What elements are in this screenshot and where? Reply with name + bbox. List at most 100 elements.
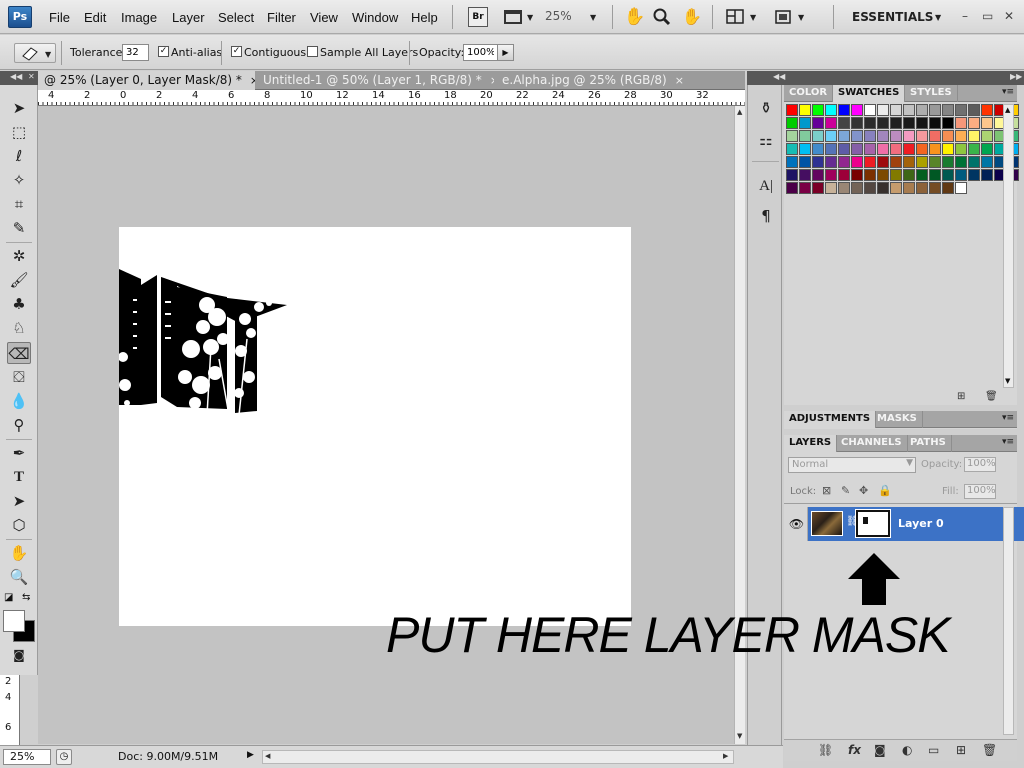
bridge-button[interactable]: Br [468, 7, 488, 27]
color-swatch[interactable] [916, 156, 928, 168]
healing-brush-tool-icon[interactable]: ✲ [7, 245, 31, 267]
lock-pixels-icon[interactable]: ✎ [841, 484, 850, 497]
swap-colors-icon[interactable]: ⇆ [22, 592, 30, 603]
color-swatch[interactable] [916, 182, 928, 194]
zoom-tool-icon[interactable]: 🔍 [7, 566, 31, 588]
color-swatch[interactable] [929, 130, 941, 142]
color-swatch[interactable] [890, 169, 902, 181]
lock-transparency-icon[interactable]: ⊠ [822, 484, 831, 497]
tab-masks[interactable]: MASKS [872, 411, 923, 428]
color-swatch[interactable] [929, 117, 941, 129]
color-swatch[interactable] [851, 169, 863, 181]
trash-icon[interactable]: 🗑 [982, 743, 997, 757]
collapse-icon[interactable]: ◀◀ [773, 72, 785, 81]
color-swatch[interactable] [929, 104, 941, 116]
color-swatch[interactable] [877, 143, 889, 155]
color-swatch[interactable] [916, 104, 928, 116]
new-swatch-icon[interactable]: ⊞ [957, 391, 965, 402]
menu-view[interactable]: View [310, 10, 338, 25]
color-swatch[interactable] [903, 182, 915, 194]
color-swatch[interactable] [851, 156, 863, 168]
new-layer-icon[interactable]: ⊞ [956, 743, 966, 757]
color-swatch[interactable] [890, 182, 902, 194]
layer-mask-thumbnail[interactable] [855, 509, 891, 538]
color-swatch[interactable] [838, 182, 850, 194]
color-swatch[interactable] [903, 117, 915, 129]
menu-filter[interactable]: Filter [267, 10, 296, 25]
adjustment-layer-icon[interactable]: ◐ [902, 743, 912, 757]
color-swatch[interactable] [955, 104, 967, 116]
menu-file[interactable]: File [49, 10, 70, 25]
lock-all-icon[interactable]: 🔒 [878, 484, 892, 497]
menu-edit[interactable]: Edit [84, 10, 106, 25]
color-swatch[interactable] [812, 117, 824, 129]
color-swatch[interactable] [877, 104, 889, 116]
tab-untitled-1[interactable]: Untitled-1 @ 50% (Layer 1, RGB/8) * × [257, 71, 494, 90]
crop-tool-icon[interactable]: ⌗ [7, 193, 31, 215]
color-swatch[interactable] [929, 169, 941, 181]
color-swatch[interactable] [786, 156, 798, 168]
tab-color[interactable]: COLOR [784, 85, 834, 102]
color-swatch[interactable] [968, 169, 980, 181]
timer-icon[interactable]: ◷ [56, 749, 72, 765]
color-swatch[interactable] [864, 182, 876, 194]
color-swatch[interactable] [890, 104, 902, 116]
color-swatch[interactable] [786, 169, 798, 181]
tab-document-active[interactable]: @ 25% (Layer 0, Layer Mask/8) * × [38, 71, 255, 90]
blend-mode-select[interactable]: Normal ▼ [788, 457, 916, 473]
tools-panel-header[interactable]: ◀◀ ✕ [0, 71, 38, 85]
foreground-color-swatch[interactable] [3, 610, 25, 632]
menu-layer[interactable]: Layer [172, 10, 205, 25]
color-swatch[interactable] [825, 104, 837, 116]
color-swatch[interactable] [825, 130, 837, 142]
layer-opacity-value[interactable]: 100% [964, 457, 996, 472]
zoom-icon[interactable] [652, 7, 672, 27]
color-swatch[interactable] [981, 143, 993, 155]
color-swatch[interactable] [968, 156, 980, 168]
history-brush-tool-icon[interactable]: ♘ [7, 317, 31, 339]
color-swatch[interactable] [981, 117, 993, 129]
scroll-up-icon[interactable]: ▲ [737, 108, 742, 116]
magic-wand-tool-icon[interactable]: ✧ [7, 169, 31, 191]
color-swatch[interactable] [890, 143, 902, 155]
color-swatch[interactable] [838, 169, 850, 181]
color-swatch[interactable] [929, 182, 941, 194]
eye-icon[interactable]: 👁 [786, 507, 808, 541]
layer-style-icon[interactable]: fx [848, 743, 861, 757]
status-menu-arrow-icon[interactable]: ▶ [247, 750, 254, 760]
chevron-down-icon[interactable]: ▼ [798, 13, 804, 22]
color-swatch[interactable] [942, 117, 954, 129]
color-swatch[interactable] [838, 104, 850, 116]
tab-swatches[interactable]: SWATCHES [833, 85, 906, 102]
color-swatch[interactable] [864, 156, 876, 168]
brush-tool-icon[interactable]: 🖌 [7, 269, 31, 291]
color-swatch[interactable] [903, 156, 915, 168]
color-swatch[interactable] [812, 104, 824, 116]
close-button[interactable]: ✕ [1004, 9, 1014, 23]
color-swatch[interactable] [825, 182, 837, 194]
color-swatch[interactable] [955, 117, 967, 129]
paragraph-panel-icon[interactable]: ¶ [755, 205, 777, 227]
color-swatch[interactable] [968, 130, 980, 142]
opacity-input[interactable] [463, 44, 498, 61]
arrange-documents-icon[interactable] [725, 7, 745, 27]
panel-dock-header[interactable]: ◀◀ ▶▶ [747, 71, 1024, 85]
color-swatch[interactable] [864, 169, 876, 181]
color-swatch[interactable] [916, 130, 928, 142]
color-swatch[interactable] [955, 143, 967, 155]
tab-close-icon[interactable]: × [250, 74, 255, 87]
color-swatch[interactable] [825, 117, 837, 129]
scroll-down-icon[interactable]: ▼ [737, 732, 742, 740]
color-swatch[interactable] [877, 130, 889, 142]
color-swatch[interactable] [877, 117, 889, 129]
layers-scrollbar[interactable] [1003, 507, 1014, 735]
color-swatch[interactable] [799, 169, 811, 181]
tab-adjustments[interactable]: ADJUSTMENTS [784, 411, 877, 428]
scroll-right-icon[interactable]: ▶ [723, 752, 728, 760]
tool-preset-picker[interactable]: ▼ [14, 43, 56, 63]
color-swatch[interactable] [955, 130, 967, 142]
chevron-down-icon[interactable]: ▼ [590, 13, 596, 22]
color-swatch[interactable] [799, 104, 811, 116]
tab-styles[interactable]: STYLES [905, 85, 958, 102]
color-swatch[interactable] [786, 104, 798, 116]
